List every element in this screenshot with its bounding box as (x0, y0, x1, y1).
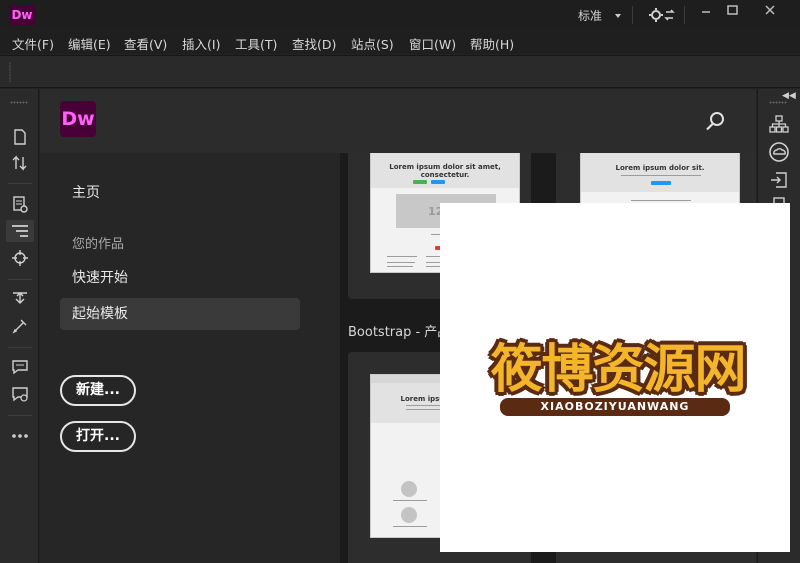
file-icon[interactable] (10, 127, 30, 147)
menu-file[interactable]: 文件(F) (12, 34, 54, 53)
watermark-logo-title: 筱博资源网 (490, 340, 746, 400)
toolbar-separator (8, 347, 32, 348)
start-header: Dw (40, 89, 756, 153)
maximize-button[interactable] (717, 0, 751, 22)
dock-grip[interactable] (769, 101, 787, 104)
title-separator (632, 6, 633, 24)
menu-edit[interactable]: 编辑(E) (68, 34, 111, 53)
template-thumbnail-title: Lorem ipsum dolor sit amet, consectetur. (389, 163, 501, 179)
app-logo-badge: Dw (9, 5, 35, 25)
search-icon[interactable] (704, 109, 728, 133)
dreamweaver-window: Dw 标准 文件(F) 编辑(E) 查看(V) 插入(I) 工具(T) 查找(D… (0, 0, 800, 563)
nav-your-work-heading: 您的作品 (72, 237, 125, 252)
collapse-code-icon[interactable] (10, 288, 30, 308)
code-format-icon[interactable] (6, 220, 34, 242)
menu-insert[interactable]: 插入(I) (182, 34, 220, 53)
target-icon[interactable] (10, 248, 30, 268)
creative-cloud-libraries-icon[interactable] (768, 141, 790, 163)
chevron-down-icon (615, 14, 621, 18)
new-button[interactable]: 新建... (60, 375, 136, 406)
menu-view[interactable]: 查看(V) (124, 34, 167, 53)
title-bar: Dw 标准 (0, 0, 800, 30)
menu-window[interactable]: 窗口(W) (409, 34, 456, 53)
live-view-inspect-icon[interactable] (10, 194, 30, 214)
dw-logo: Dw (60, 101, 96, 137)
toolbar-grip[interactable] (10, 101, 28, 104)
workspace-switcher[interactable]: 标准 (569, 6, 627, 24)
nav-home[interactable]: 主页 (60, 177, 300, 209)
title-separator (684, 6, 685, 24)
watermark-overlay: 筱博资源网 XIAOBOZIYUANWANG (440, 203, 790, 552)
toolbar-grip[interactable] (9, 62, 11, 82)
workspace-label: 标准 (578, 9, 603, 23)
toolbar-separator (8, 183, 32, 184)
insert-icon[interactable] (768, 169, 790, 191)
open-button[interactable]: 打开... (60, 421, 136, 452)
common-toolbar (0, 89, 39, 563)
document-toolbar (0, 55, 800, 88)
sitemap-icon[interactable] (768, 113, 790, 135)
menu-site[interactable]: 站点(S) (351, 34, 394, 53)
toolbar-separator (8, 279, 32, 280)
wrap-code-icon[interactable] (10, 316, 30, 336)
watermark-logo-subtitle: XIAOBOZIYUANWANG (500, 398, 730, 416)
collapse-panels-icon[interactable]: ◀◀ (782, 91, 796, 101)
comment-icon[interactable] (10, 357, 30, 377)
menu-bar: 文件(F) 编辑(E) 查看(V) 插入(I) 工具(T) 查找(D) 站点(S… (0, 30, 800, 54)
maximize-icon (727, 5, 738, 15)
nav-starter-templates[interactable]: 起始模板 (60, 298, 300, 330)
section-title: Bootstrap - 产品 (348, 325, 451, 340)
gear-sync-icon[interactable] (648, 6, 676, 24)
toolbar-separator (8, 415, 32, 416)
menu-find[interactable]: 查找(D) (292, 34, 336, 53)
more-icon[interactable] (10, 426, 30, 446)
template-thumbnail-title: Lorem ipsum dolor sit. (615, 164, 705, 172)
nav-quick-start[interactable]: 快速开始 (60, 262, 300, 294)
remove-comment-icon[interactable] (10, 384, 30, 404)
file-transfer-icon[interactable] (10, 153, 30, 173)
close-button[interactable] (752, 0, 790, 22)
start-nav: 主页 您的作品 快速开始 起始模板 新建... 打开... (40, 153, 340, 563)
close-icon (765, 5, 775, 15)
menu-help[interactable]: 帮助(H) (470, 34, 514, 53)
menu-tools[interactable]: 工具(T) (235, 34, 277, 53)
